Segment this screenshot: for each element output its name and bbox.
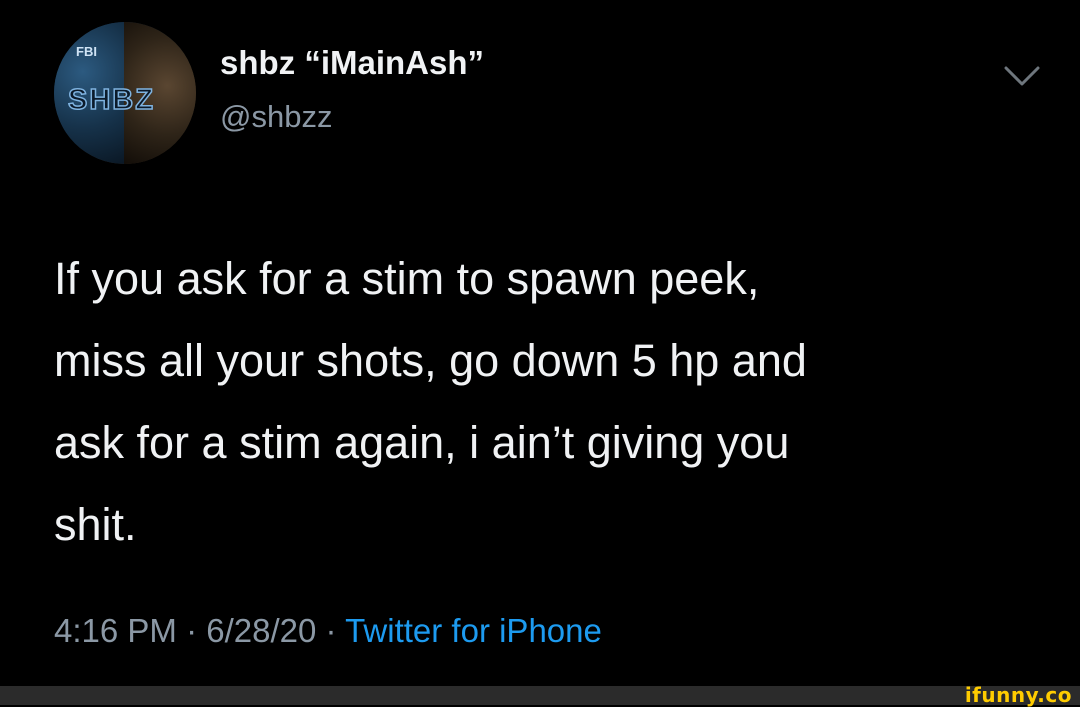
user-handle[interactable]: @shbzz <box>220 99 332 135</box>
avatar-logo-text: SHBZ <box>67 83 155 117</box>
watermark-bar <box>0 686 1080 705</box>
tweet-time[interactable]: 4:16 PM <box>54 612 177 649</box>
tweet-text-line: If you ask for a stim to spawn peek, <box>54 253 760 304</box>
tweet-source-link[interactable]: Twitter for iPhone <box>345 612 602 649</box>
display-name[interactable]: shbz “iMainAsh” <box>220 44 484 82</box>
chevron-down-icon[interactable] <box>1000 58 1044 94</box>
tweet-text: If you ask for a stim to spawn peek, mis… <box>54 238 1044 566</box>
avatar-badge-text: FBI <box>76 44 97 59</box>
avatar[interactable]: FBI SHBZ <box>54 22 196 164</box>
tweet-metadata: 4:16 PM · 6/28/20 · Twitter for iPhone <box>54 612 602 650</box>
tweet-card: FBI SHBZ shbz “iMainAsh” @shbzz If you a… <box>0 0 1080 686</box>
tweet-text-line: shit. <box>54 499 137 550</box>
separator: · <box>316 612 346 649</box>
tweet-date[interactable]: 6/28/20 <box>206 612 316 649</box>
ifunny-watermark: ifunny.co <box>964 683 1072 707</box>
tweet-text-line: ask for a stim again, i ain’t giving you <box>54 417 790 468</box>
tweet-text-line: miss all your shots, go down 5 hp and <box>54 335 807 386</box>
separator: · <box>176 612 207 649</box>
